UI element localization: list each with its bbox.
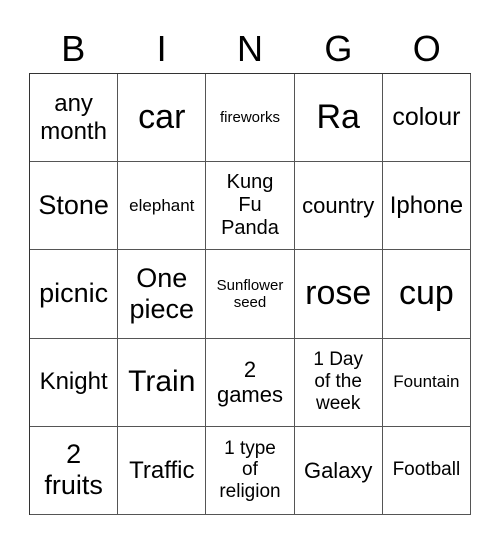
bingo-cell-text: 1 type of religion bbox=[219, 437, 281, 503]
header-letter-i: I bbox=[156, 28, 167, 69]
bingo-cell[interactable]: 1 Day of the week bbox=[294, 338, 383, 427]
bingo-cell-text: One piece bbox=[129, 262, 195, 324]
bingo-cell[interactable]: country bbox=[294, 162, 383, 251]
bingo-cell-text: 1 Day of the week bbox=[313, 349, 363, 415]
header-letter-o: O bbox=[412, 28, 441, 69]
bingo-cell-text: Sunflower seed bbox=[216, 276, 284, 311]
bingo-cell-text: 2 games bbox=[216, 356, 283, 408]
bingo-header: B I N G O bbox=[29, 26, 471, 72]
bingo-cell[interactable]: Ra bbox=[294, 74, 383, 163]
bingo-cell[interactable]: Sunflower seed bbox=[206, 250, 295, 339]
bingo-cell[interactable]: Traffic bbox=[118, 426, 207, 515]
bingo-cell[interactable]: car bbox=[118, 74, 207, 163]
bingo-cell-text: Kung Fu Panda bbox=[221, 171, 279, 240]
bingo-grid: any month car fireworks Ra colour Stone … bbox=[29, 73, 471, 515]
bingo-cell[interactable]: 2 fruits bbox=[30, 426, 119, 515]
bingo-cell[interactable]: Football bbox=[382, 426, 471, 515]
bingo-cell[interactable]: colour bbox=[382, 74, 471, 163]
bingo-cell[interactable]: Kung Fu Panda bbox=[206, 162, 295, 251]
bingo-cell[interactable]: Galaxy bbox=[294, 426, 383, 515]
bingo-cell-text: any month bbox=[40, 90, 107, 145]
bingo-cell[interactable]: Stone bbox=[30, 162, 119, 251]
bingo-cell[interactable]: Train bbox=[118, 338, 207, 427]
bingo-cell-text: 2 fruits bbox=[44, 439, 103, 501]
header-letter-b: B bbox=[61, 28, 86, 69]
bingo-cell[interactable]: cup bbox=[382, 250, 471, 339]
bingo-cell[interactable]: One piece bbox=[118, 250, 207, 339]
bingo-cell[interactable]: any month bbox=[30, 74, 119, 163]
bingo-cell[interactable]: rose bbox=[294, 250, 383, 339]
bingo-cell[interactable]: Iphone bbox=[382, 162, 471, 251]
bingo-cell[interactable]: 1 type of religion bbox=[206, 426, 295, 515]
bingo-cell[interactable]: fireworks bbox=[206, 74, 295, 163]
header-letter-g: G bbox=[324, 28, 353, 69]
bingo-cell[interactable]: picnic bbox=[30, 250, 119, 339]
header-letter-n: N bbox=[236, 28, 263, 69]
bingo-cell[interactable]: 2 games bbox=[206, 338, 295, 427]
bingo-cell[interactable]: Knight bbox=[30, 338, 119, 427]
bingo-cell[interactable]: elephant bbox=[118, 162, 207, 251]
bingo-cell[interactable]: Fountain bbox=[382, 338, 471, 427]
